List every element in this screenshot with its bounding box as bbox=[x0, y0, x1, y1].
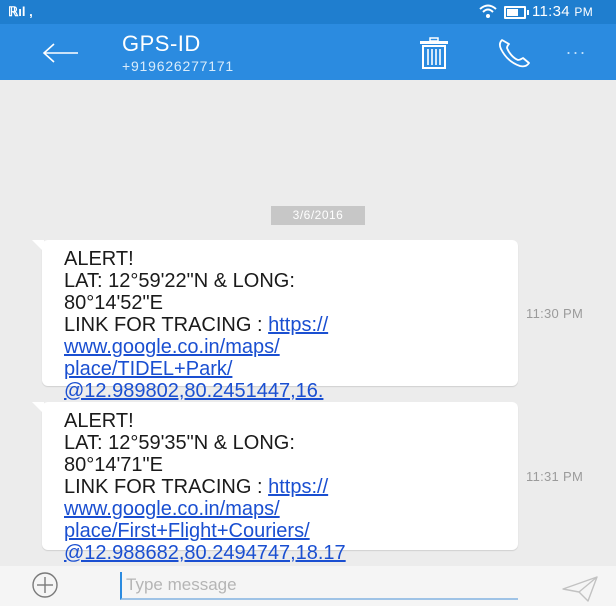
status-time-value: 11:34 bbox=[532, 3, 570, 20]
contact-name: GPS-ID bbox=[122, 31, 201, 56]
message-timestamp: 11:30 PM bbox=[526, 306, 584, 321]
attach-button[interactable] bbox=[30, 570, 60, 600]
tracing-link[interactable]: https:// bbox=[268, 476, 328, 498]
status-time: 11:34 PM bbox=[532, 3, 593, 20]
link-prefix: LINK FOR TRACING : bbox=[64, 476, 269, 498]
tracing-link[interactable]: www.google.co.in/maps/ bbox=[64, 498, 508, 520]
message-line: LINK FOR TRACING : https:// bbox=[64, 476, 508, 498]
tracing-link[interactable]: https:// bbox=[268, 314, 328, 336]
link-prefix: LINK FOR TRACING : bbox=[64, 314, 269, 336]
battery-icon bbox=[504, 6, 529, 19]
message-line: 80°14'52"E bbox=[64, 292, 163, 314]
message-timestamp: 11:31 PM bbox=[526, 469, 584, 484]
message-line: LAT: 12°59'22"N & LONG: bbox=[64, 270, 295, 292]
status-time-ampm: PM bbox=[574, 5, 594, 19]
date-separator: 3/6/2016 bbox=[271, 206, 365, 225]
add-icon bbox=[32, 572, 58, 598]
message-line: LINK FOR TRACING : https:// bbox=[64, 314, 508, 336]
message-bubble[interactable]: ALERT! LAT: 12°59'22"N & LONG: 80°14'52"… bbox=[32, 240, 518, 402]
composer-bar bbox=[0, 566, 616, 606]
tracing-link[interactable]: www.google.co.in/maps/ bbox=[64, 336, 508, 358]
status-bar: ℝıl , 11:34 PM bbox=[0, 0, 616, 24]
phone-icon bbox=[499, 39, 530, 68]
more-options-button[interactable]: ... bbox=[566, 38, 602, 66]
message-line: ALERT! bbox=[64, 248, 134, 270]
tracing-link[interactable]: place/First+Flight+Couriers/ bbox=[64, 520, 508, 542]
send-icon bbox=[562, 576, 598, 602]
signal-indicator: ℝıl , bbox=[8, 4, 33, 19]
delete-button[interactable] bbox=[416, 36, 452, 70]
message-line: 80°14'71"E bbox=[64, 454, 163, 476]
back-arrow-icon bbox=[42, 43, 78, 63]
send-button[interactable] bbox=[560, 574, 600, 604]
back-button[interactable] bbox=[38, 36, 82, 70]
message-line: ALERT! bbox=[64, 410, 134, 432]
call-button[interactable] bbox=[494, 36, 534, 70]
app-bar: GPS-ID +919626277171 ... bbox=[0, 24, 616, 80]
contact-number: +919626277171 bbox=[122, 58, 235, 74]
message-bubble[interactable]: ALERT! LAT: 12°59'35"N & LONG: 80°14'71"… bbox=[32, 402, 518, 564]
messaging-screen: ℝıl , 11:34 PM GPS-ID +919626277171 ... … bbox=[0, 0, 616, 606]
tracing-link[interactable]: @12.988682,80.2494747,18.17 bbox=[64, 542, 508, 564]
wifi-icon bbox=[478, 2, 498, 25]
message-input[interactable] bbox=[120, 572, 518, 600]
tracing-link[interactable]: place/TIDEL+Park/ bbox=[64, 358, 508, 380]
trash-icon bbox=[420, 37, 448, 69]
more-icon: ... bbox=[566, 38, 588, 58]
message-line: LAT: 12°59'35"N & LONG: bbox=[64, 432, 295, 454]
tracing-link[interactable]: @12.989802,80.2451447,16. bbox=[64, 380, 508, 402]
